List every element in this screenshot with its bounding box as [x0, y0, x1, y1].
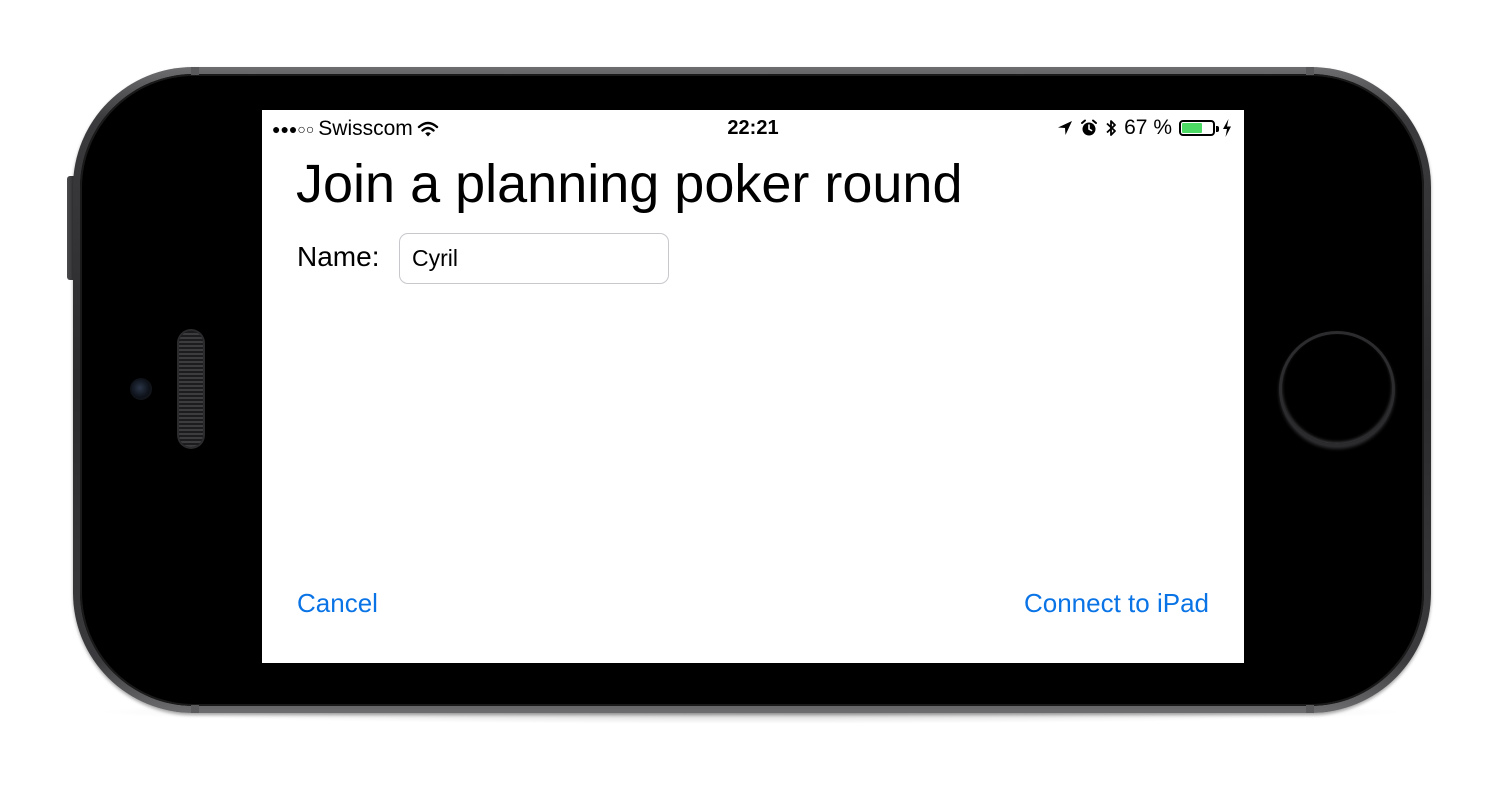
location-icon [1058, 121, 1073, 135]
alarm-icon [1081, 119, 1098, 136]
front-camera [130, 378, 152, 400]
name-input[interactable] [399, 233, 669, 284]
connect-to-ipad-button[interactable]: Connect to iPad [1024, 588, 1209, 619]
page-title: Join a planning poker round [296, 154, 963, 214]
battery-percentage: 67 % [1124, 116, 1172, 139]
screen: ●●●○○ Swisscom 22:21 67 % Join a plannin… [262, 110, 1244, 663]
home-button[interactable] [1279, 331, 1395, 447]
name-label: Name: [297, 241, 380, 272]
antenna-line [1306, 705, 1314, 713]
battery-icon [1179, 120, 1219, 136]
antenna-line [191, 67, 199, 75]
bluetooth-icon [1106, 120, 1117, 136]
earpiece-speaker [179, 331, 203, 447]
charging-icon [1223, 119, 1231, 137]
antenna-line [191, 705, 199, 713]
status-right: 67 % [1057, 116, 1232, 140]
status-bar: ●●●○○ Swisscom 22:21 67 % [262, 110, 1244, 146]
antenna-line [1306, 67, 1314, 75]
battery-level-fill [1182, 123, 1203, 133]
cancel-button[interactable]: Cancel [297, 588, 378, 619]
stage: ●●●○○ Swisscom 22:21 67 % Join a plannin… [0, 0, 1500, 790]
battery-tip [1216, 126, 1219, 132]
